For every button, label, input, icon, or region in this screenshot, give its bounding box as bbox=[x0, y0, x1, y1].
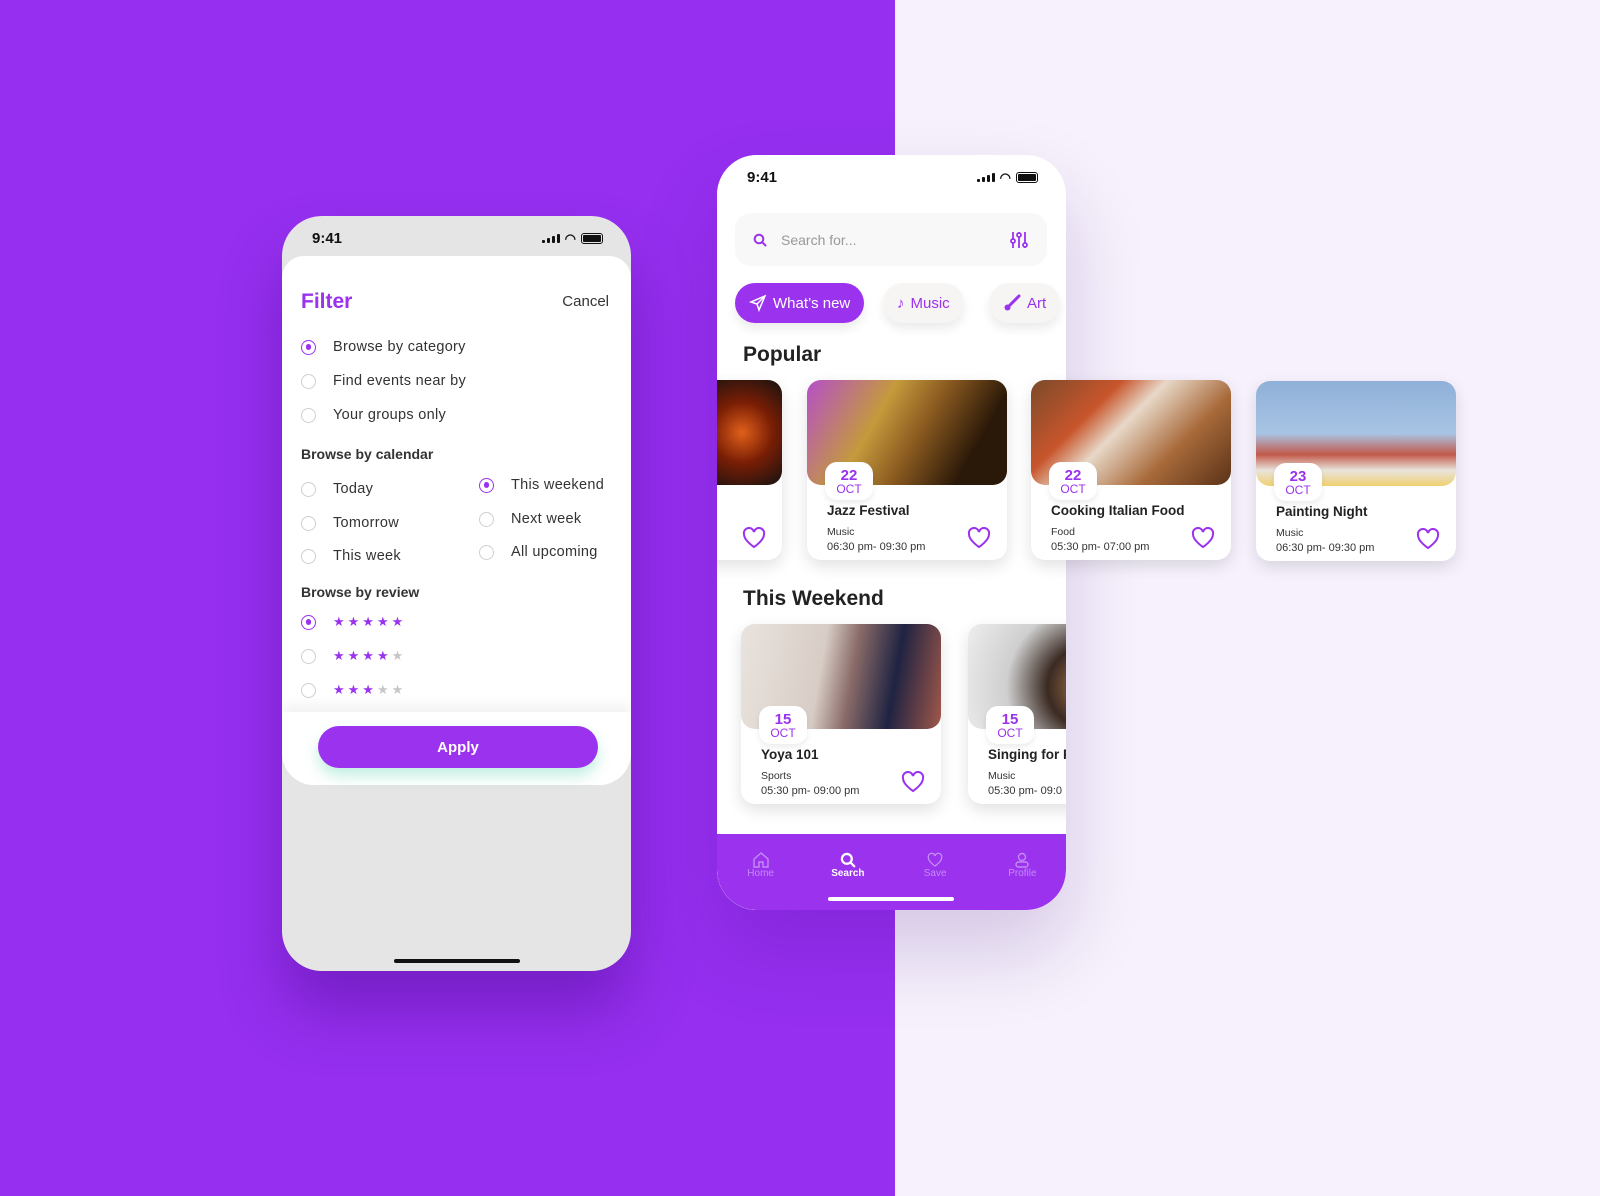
event-image bbox=[717, 380, 782, 485]
radio-3-stars[interactable]: ★★★★★ bbox=[301, 682, 406, 698]
event-time: 05:30 pm- 09:0 bbox=[988, 785, 1062, 797]
event-title: Painting Night bbox=[1276, 504, 1368, 519]
radio-browse-category[interactable]: Browse by category bbox=[301, 339, 466, 355]
event-time: 05:30 pm- 07:00 pm bbox=[1051, 541, 1150, 553]
nav-profile[interactable]: Profile bbox=[992, 852, 1052, 910]
date-badge: 15 OCT bbox=[986, 706, 1034, 744]
chip-whats-new[interactable]: What’s new bbox=[735, 283, 865, 323]
date-badge: 15 OCT bbox=[759, 706, 807, 744]
heart-icon[interactable] bbox=[967, 527, 991, 549]
review-heading: Browse by review bbox=[301, 584, 420, 600]
weekend-heading: This Weekend bbox=[743, 587, 884, 610]
nav-save[interactable]: Save bbox=[905, 852, 965, 910]
heart-icon[interactable] bbox=[1416, 528, 1440, 550]
popular-heading: Popular bbox=[743, 343, 822, 366]
date-badge: 22 OCT bbox=[825, 462, 873, 500]
date-badge: 22 OCT bbox=[1049, 462, 1097, 500]
nav-search[interactable]: Search bbox=[818, 852, 878, 910]
event-title: Jazz Festival bbox=[827, 503, 910, 518]
search-input[interactable]: Search for... bbox=[781, 232, 1009, 248]
search-icon bbox=[840, 852, 856, 868]
radio-events-near[interactable]: Find events near by bbox=[301, 373, 466, 389]
wifi-icon: ◠ bbox=[564, 230, 576, 246]
home-icon bbox=[752, 852, 769, 868]
star-rating: ★★★★★ bbox=[333, 648, 407, 663]
radio-this-weekend[interactable]: This weekend bbox=[479, 477, 604, 493]
bottom-nav: Home Search Save Profile bbox=[717, 834, 1066, 910]
cancel-button[interactable]: Cancel bbox=[562, 293, 609, 310]
filter-title: Filter bbox=[301, 290, 353, 313]
search-phone: 9:41 ◠ Search for... What’s new ♪ Music … bbox=[717, 155, 1456, 910]
radio-groups-only[interactable]: Your groups only bbox=[301, 407, 446, 423]
event-category: Sports bbox=[761, 770, 792, 782]
event-title: Singing for F bbox=[988, 747, 1066, 762]
heart-icon[interactable] bbox=[742, 527, 766, 549]
event-category: Music bbox=[988, 770, 1016, 782]
signal-icon bbox=[976, 172, 995, 182]
filter-sheet: Filter Cancel Browse by category Find ev… bbox=[282, 256, 631, 785]
nav-home[interactable]: Home bbox=[731, 852, 791, 910]
chip-art[interactable]: Art bbox=[989, 283, 1061, 323]
event-title: Yoya 101 bbox=[761, 747, 819, 762]
event-category: Food bbox=[1051, 526, 1075, 538]
search-bar[interactable]: Search for... bbox=[735, 213, 1047, 266]
event-card[interactable]: 22 OCT Jazz Festival Music 06:30 pm- 09:3… bbox=[807, 380, 1007, 560]
event-time: 06:30 pm- 09:30 pm bbox=[1276, 542, 1375, 554]
event-time: 05:30 pm- 09:00 pm bbox=[761, 785, 860, 797]
home-indicator bbox=[394, 959, 520, 963]
radio-5-stars[interactable]: ★★★★★ bbox=[301, 614, 406, 630]
search-icon bbox=[753, 233, 767, 246]
radio-all-upcoming[interactable]: All upcoming bbox=[479, 544, 598, 560]
battery-icon bbox=[581, 232, 603, 244]
brush-icon bbox=[1004, 294, 1021, 311]
status-time: 9:41 bbox=[312, 229, 343, 247]
status-bar: 9:41 ◠ bbox=[717, 155, 1066, 199]
apply-bar: Apply bbox=[282, 712, 631, 785]
user-icon bbox=[1015, 852, 1030, 868]
star-rating: ★★★★★ bbox=[333, 614, 407, 629]
calendar-heading: Browse by calendar bbox=[301, 446, 434, 462]
signal-icon bbox=[541, 233, 560, 243]
event-card[interactable]: 22 OCT Cooking Italian Food Food 05:30 pm… bbox=[1031, 380, 1231, 560]
event-time: 06:30 pm- 09:30 pm bbox=[827, 541, 926, 553]
send-icon bbox=[749, 294, 767, 312]
heart-icon bbox=[927, 852, 943, 867]
event-card[interactable]: 15 OCT Singing for F Music 05:30 pm- 09:0 bbox=[968, 624, 1066, 804]
radio-tomorrow[interactable]: Tomorrow bbox=[301, 515, 399, 531]
event-category: Music bbox=[827, 526, 855, 538]
wifi-icon: ◠ bbox=[999, 169, 1011, 185]
heart-icon[interactable] bbox=[1191, 527, 1215, 549]
event-card-partial[interactable] bbox=[717, 380, 782, 560]
date-badge: 23 OCT bbox=[1274, 463, 1322, 501]
apply-button[interactable]: Apply bbox=[318, 726, 598, 768]
event-card[interactable]: 23 OCT Painting Night Music 06:30 pm- 09:… bbox=[1256, 381, 1456, 561]
music-note-icon: ♪ bbox=[897, 294, 905, 312]
radio-4-stars[interactable]: ★★★★★ bbox=[301, 648, 406, 664]
star-rating: ★★★★★ bbox=[333, 682, 407, 697]
status-time: 9:41 bbox=[747, 168, 778, 186]
heart-icon[interactable] bbox=[901, 771, 925, 793]
event-card[interactable]: 15 OCT Yoya 101 Sports 05:30 pm- 09:00 pm bbox=[741, 624, 941, 804]
radio-next-week[interactable]: Next week bbox=[479, 511, 581, 527]
battery-icon bbox=[1016, 171, 1038, 183]
filter-phone: 9:41 ◠ Filter Cancel Browse by category … bbox=[282, 216, 631, 971]
event-title: Cooking Italian Food bbox=[1051, 503, 1185, 518]
filter-sliders-icon[interactable] bbox=[1009, 230, 1029, 250]
chip-music[interactable]: ♪ Music bbox=[883, 283, 964, 323]
event-category: Music bbox=[1276, 527, 1304, 539]
radio-today[interactable]: Today bbox=[301, 481, 373, 497]
radio-this-week[interactable]: This week bbox=[301, 548, 401, 564]
home-indicator bbox=[828, 897, 954, 901]
status-bar: 9:41 ◠ bbox=[282, 216, 631, 260]
